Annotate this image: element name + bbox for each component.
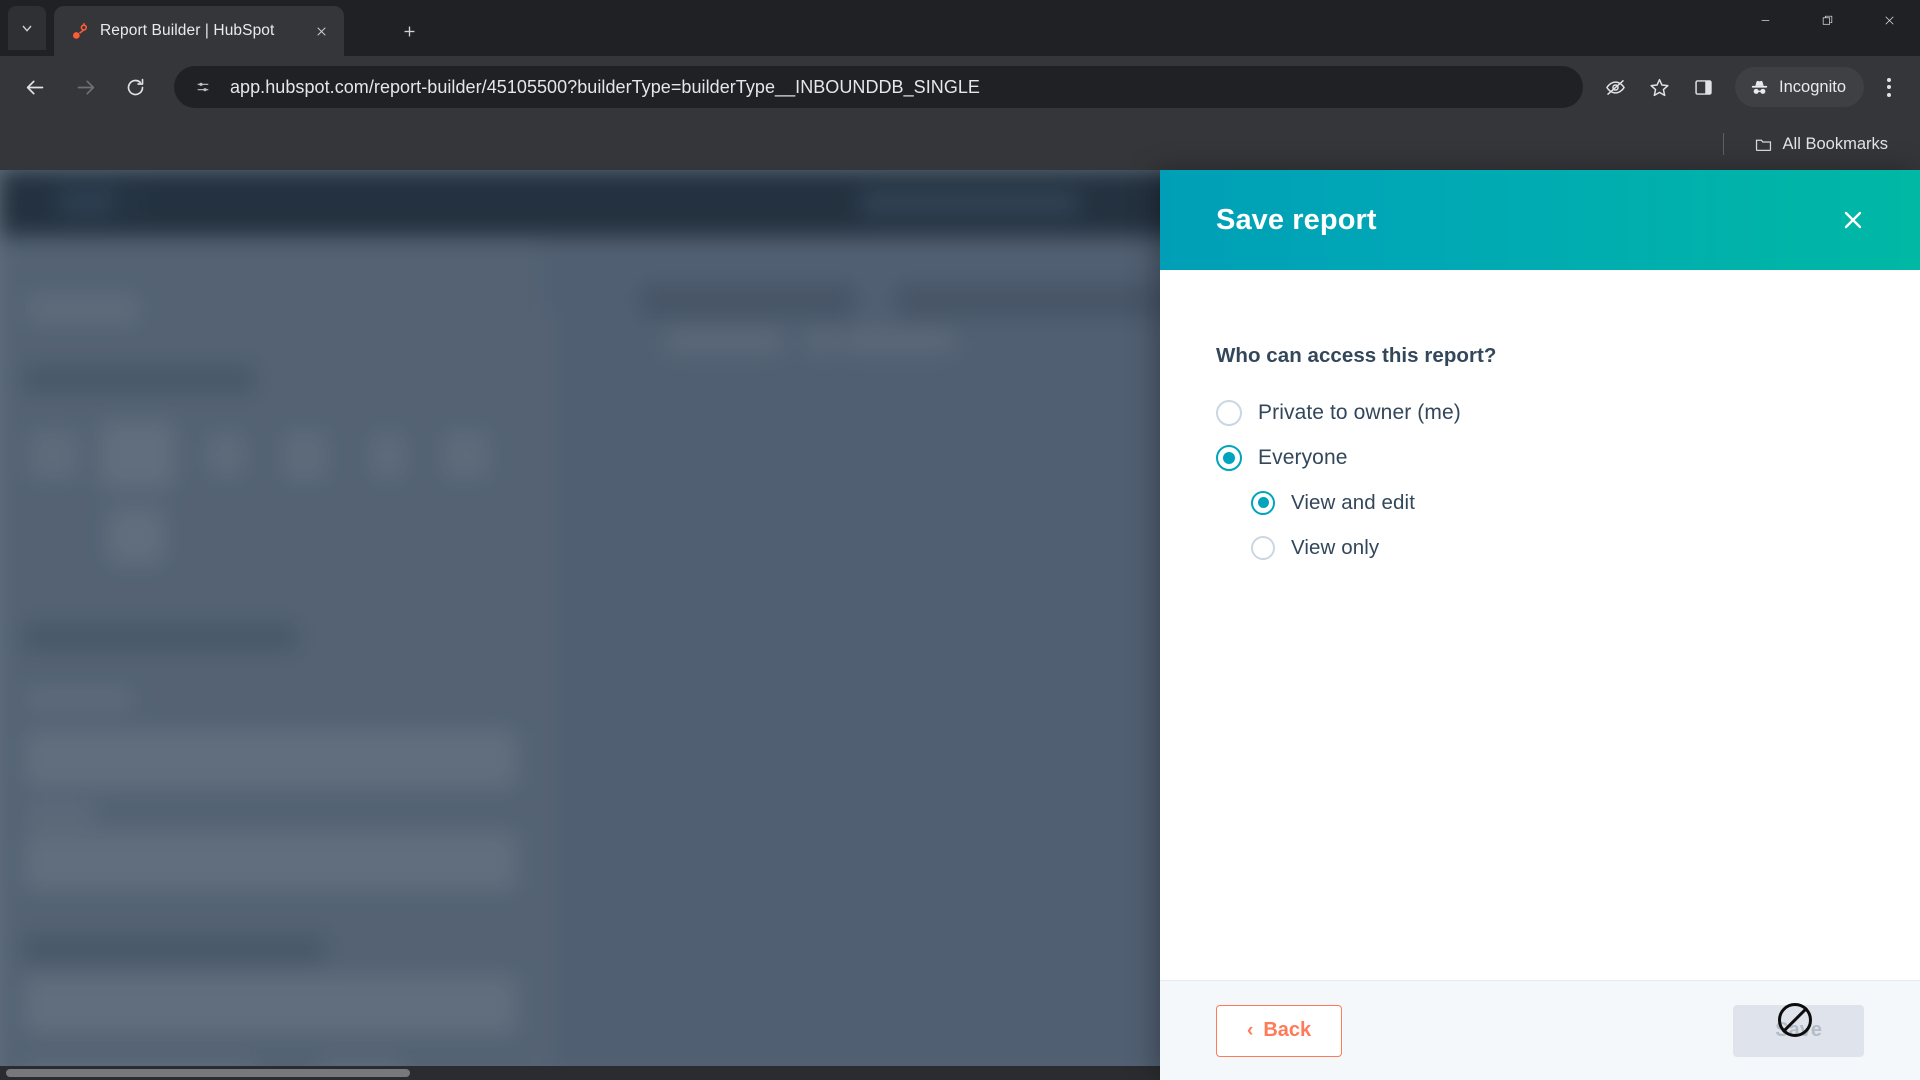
minimize-icon: [1761, 19, 1769, 21]
browser-tab[interactable]: Report Builder | HubSpot: [54, 6, 344, 56]
radio-option-private[interactable]: Private to owner (me): [1216, 390, 1864, 435]
arrow-left-icon: [26, 80, 43, 94]
incognito-indicator[interactable]: Incognito: [1735, 67, 1864, 107]
window-maximize-button[interactable]: [1796, 0, 1858, 40]
radio-private-indicator[interactable]: [1216, 399, 1242, 426]
radio-option-everyone[interactable]: Everyone: [1216, 435, 1864, 480]
radio-view-only-indicator[interactable]: [1251, 535, 1275, 560]
radio-private-label: Private to owner (me): [1258, 400, 1461, 424]
panel-body: Who can access this report? Private to o…: [1160, 270, 1920, 980]
chevron-left-icon: ‹: [1247, 1020, 1254, 1041]
hubspot-sprocket-favicon: [70, 22, 89, 41]
plus-icon: [404, 26, 414, 36]
panel-footer: ‹ Back Save: [1160, 980, 1920, 1080]
reload-button[interactable]: [114, 66, 156, 108]
window-controls: [1734, 0, 1920, 40]
page-settings-icon[interactable]: [192, 76, 214, 98]
forward-button[interactable]: [64, 66, 106, 108]
incognito-hat-icon: [1751, 80, 1768, 94]
close-tab-icon[interactable]: [308, 18, 334, 44]
side-panel-icon: [1694, 79, 1712, 95]
restore-icon: [1822, 15, 1832, 25]
radio-everyone-indicator[interactable]: [1216, 444, 1242, 471]
address-bar[interactable]: app.hubspot.com/report-builder/45105500?…: [174, 66, 1584, 108]
bookmarks-divider: [1722, 133, 1724, 155]
incognito-label: Incognito: [1779, 77, 1846, 96]
not-allowed-cursor-icon: [1778, 1003, 1812, 1037]
radio-option-view-only[interactable]: View only: [1251, 525, 1864, 570]
bookmarks-bar: All Bookmarks: [0, 118, 1920, 170]
side-panel-button[interactable]: [1683, 67, 1723, 107]
radio-view-and-edit-indicator[interactable]: [1251, 490, 1275, 515]
browser-tab-title: Report Builder | HubSpot: [100, 22, 275, 39]
star-icon: [1649, 78, 1669, 96]
close-icon: [1844, 211, 1862, 229]
three-dot-menu-icon[interactable]: [1872, 66, 1906, 108]
window-minimize-button[interactable]: [1734, 0, 1796, 40]
url-text: app.hubspot.com/report-builder/45105500?…: [230, 76, 980, 97]
save-report-panel: Save report Who can access this report? …: [1160, 170, 1920, 1080]
radio-view-only-label: View only: [1291, 535, 1380, 559]
radio-option-view-and-edit[interactable]: View and edit: [1251, 480, 1864, 525]
folder-icon: [1755, 139, 1771, 151]
access-question-label: Who can access this report?: [1216, 344, 1497, 367]
bookmark-button[interactable]: [1639, 67, 1679, 107]
browser-toolbar: app.hubspot.com/report-builder/45105500?…: [0, 56, 1920, 118]
scrollbar-thumb[interactable]: [6, 1069, 410, 1077]
back-button[interactable]: [14, 66, 56, 108]
eye-slash-icon: [1605, 79, 1625, 95]
reload-icon: [127, 78, 143, 95]
all-bookmarks-button[interactable]: All Bookmarks: [1744, 129, 1898, 160]
radio-view-and-edit-label: View and edit: [1291, 490, 1416, 514]
tracking-protection-button[interactable]: [1595, 67, 1635, 107]
close-icon: [1884, 15, 1894, 25]
panel-header: Save report: [1160, 170, 1920, 270]
screen: Report Builder | HubSpot app.hubspot.com…: [0, 0, 1920, 1080]
arrow-right-icon: [77, 80, 94, 94]
browser-tab-strip: Report Builder | HubSpot: [0, 0, 1920, 56]
chevron-down-icon: [22, 25, 32, 32]
all-bookmarks-label: All Bookmarks: [1782, 134, 1888, 153]
tab-search-button[interactable]: [8, 6, 46, 50]
close-panel-button[interactable]: [1832, 199, 1874, 241]
window-close-button[interactable]: [1858, 0, 1920, 40]
radio-everyone-label: Everyone: [1258, 445, 1348, 469]
new-tab-button[interactable]: [392, 14, 426, 48]
back-button-label: Back: [1263, 1019, 1312, 1041]
access-radio-group: Private to owner (me) Everyone View and …: [1216, 390, 1864, 570]
back-button[interactable]: ‹ Back: [1216, 1004, 1343, 1057]
panel-title: Save report: [1216, 203, 1377, 236]
